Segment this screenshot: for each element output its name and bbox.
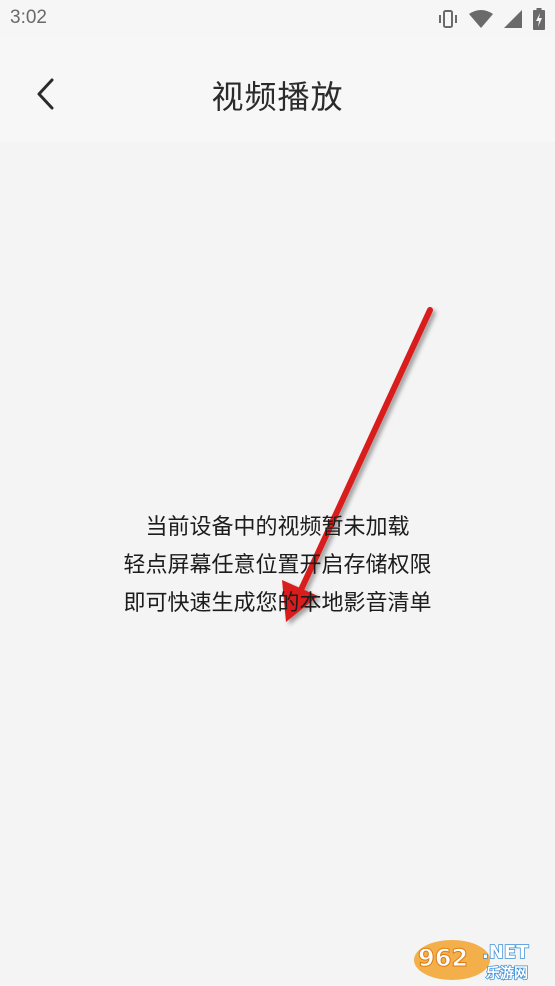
svg-text:乐游网: 乐游网 — [486, 965, 528, 982]
signal-icon — [504, 10, 522, 28]
vibrate-icon — [439, 10, 457, 28]
battery-charging-icon — [533, 8, 545, 30]
status-icons — [437, 7, 545, 31]
svg-text:.NET: .NET — [482, 942, 529, 963]
empty-state-line: 轻点屏幕任意位置开启存储权限 — [123, 553, 432, 578]
empty-state-line: 即可快速生成您的本地影音清单 — [123, 591, 432, 616]
empty-state-message: 当前设备中的视频暂未加载 轻点屏幕任意位置开启存储权限 即可快速生成您的本地影音… — [0, 509, 555, 623]
page-title: 视频播放 — [211, 78, 344, 116]
watermark-logo: 962 .NET 乐游网 — [410, 930, 550, 983]
svg-text:962: 962 — [418, 944, 468, 972]
content-tap-area[interactable]: 当前设备中的视频暂未加载 轻点屏幕任意位置开启存储权限 即可快速生成您的本地影音… — [0, 142, 555, 986]
wifi-icon — [469, 10, 493, 28]
app-header: 视频播放 — [0, 38, 555, 142]
empty-state-line: 当前设备中的视频暂未加载 — [145, 515, 410, 540]
status-time: 3:02 — [10, 7, 47, 28]
status-bar: 3:02 — [0, 0, 555, 38]
